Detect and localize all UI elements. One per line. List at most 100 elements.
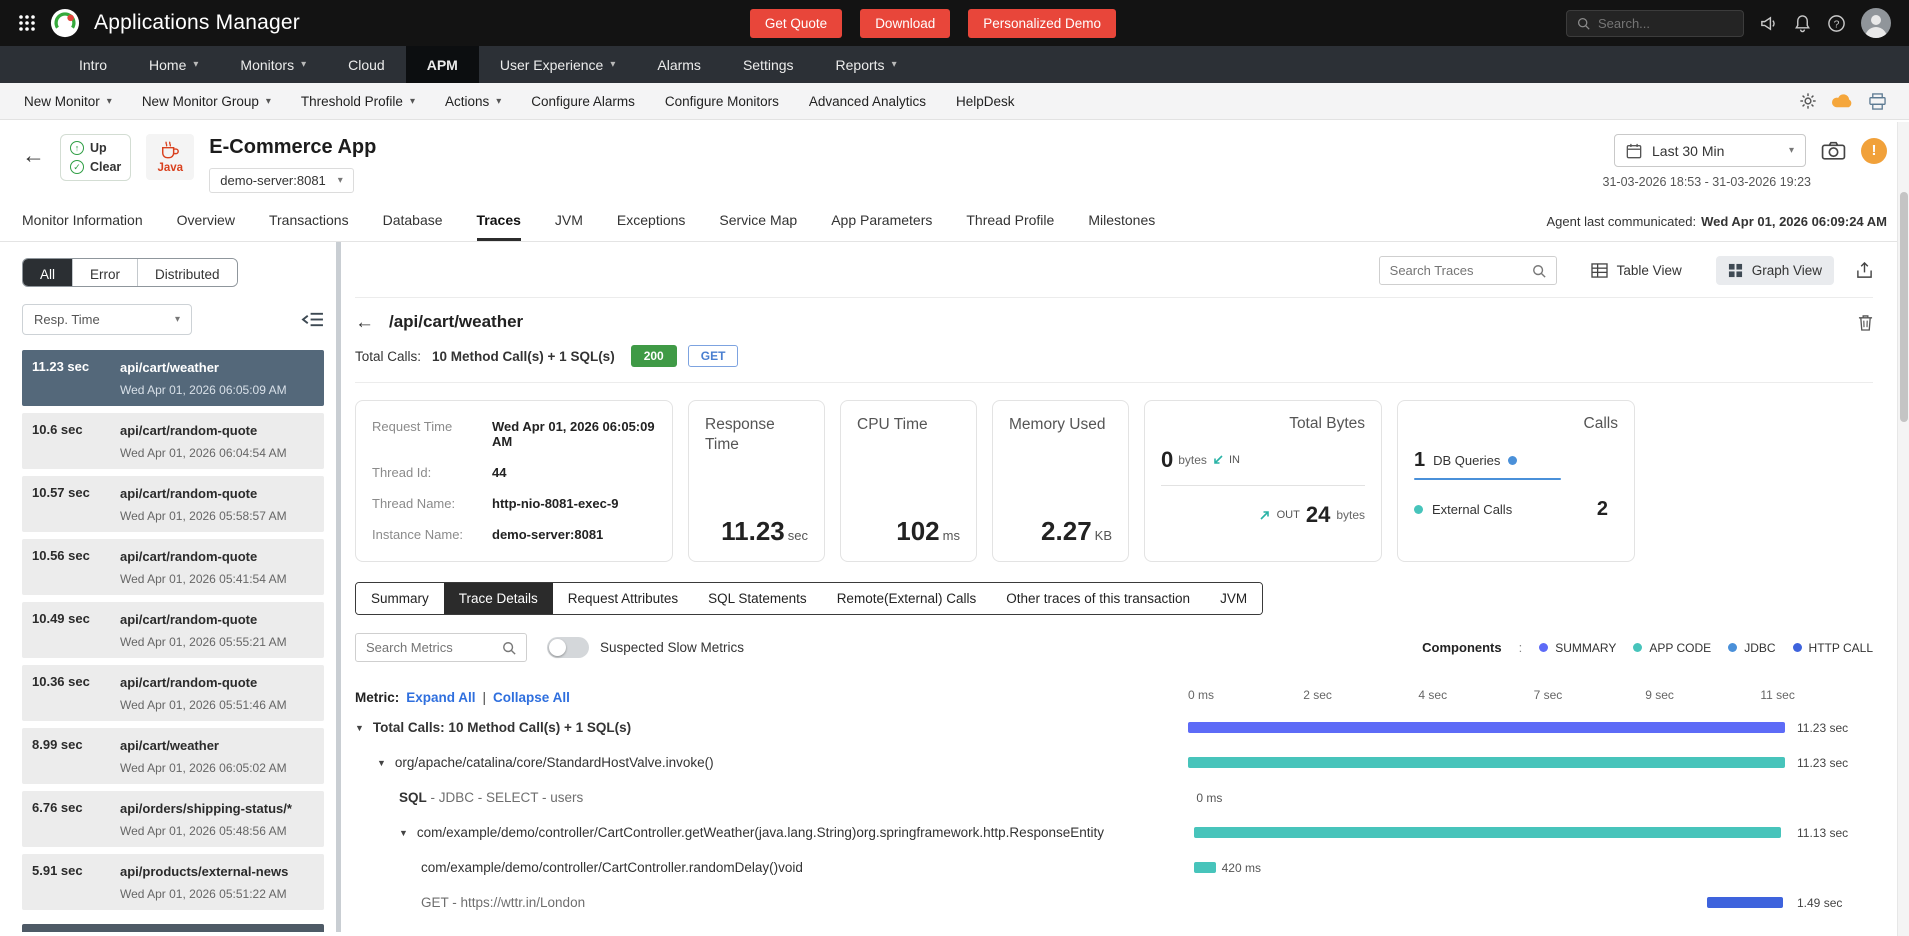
trace-list-item[interactable]: 10.6 sec api/cart/random-quote Wed Apr 0…: [22, 413, 324, 469]
notification-bell-icon[interactable]: [1793, 14, 1812, 33]
caret-down-icon[interactable]: ▼: [355, 723, 364, 733]
caret-down-icon[interactable]: ▼: [399, 828, 408, 838]
search-traces-box[interactable]: [1379, 256, 1557, 285]
instance-selector[interactable]: demo-server:8081 ▾: [209, 168, 354, 193]
duration-bar[interactable]: [1188, 757, 1785, 768]
new-monitor-menu[interactable]: New Monitor▾: [24, 94, 112, 109]
get-quote-button[interactable]: Get Quote: [750, 9, 842, 38]
back-icon[interactable]: ←: [22, 144, 45, 193]
delete-trace-icon[interactable]: [1858, 314, 1873, 331]
tab-jvm[interactable]: JVM: [555, 201, 583, 241]
gear-icon[interactable]: [1799, 92, 1817, 110]
up-arrow-icon: ↑: [70, 141, 84, 155]
tab-overview[interactable]: Overview: [177, 201, 235, 241]
scrollbar-thumb[interactable]: [1900, 192, 1908, 422]
app-grid-icon[interactable]: [18, 14, 36, 32]
legend-summary[interactable]: SUMMARY: [1539, 641, 1616, 655]
vertical-scrollbar[interactable]: [1897, 122, 1909, 936]
collapse-panel-icon[interactable]: [301, 310, 324, 329]
nav-alarms[interactable]: Alarms: [636, 46, 722, 83]
trace-list-item[interactable]: 8.99 sec api/cart/weather Wed Apr 01, 20…: [22, 728, 324, 784]
duration-bar[interactable]: [1188, 722, 1785, 733]
http-method-badge[interactable]: GET: [688, 345, 739, 367]
tab-milestones[interactable]: Milestones: [1088, 201, 1155, 241]
tab-request-attributes[interactable]: Request Attributes: [553, 583, 693, 614]
nav-cloud[interactable]: Cloud: [327, 46, 406, 83]
filter-all[interactable]: All: [23, 259, 72, 286]
trace-list-item[interactable]: 5.91 sec api/products/external-news Wed …: [22, 854, 324, 910]
print-icon[interactable]: [1868, 93, 1887, 110]
tab-monitor-information[interactable]: Monitor Information: [22, 201, 143, 241]
collapse-all-link[interactable]: Collapse All: [493, 690, 570, 705]
caret-down-icon[interactable]: ▼: [377, 758, 386, 768]
user-avatar[interactable]: [1861, 8, 1891, 38]
global-search[interactable]: [1566, 10, 1744, 37]
tab-exceptions[interactable]: Exceptions: [617, 201, 685, 241]
top-bar: Applications Manager Get Quote Download …: [0, 0, 1909, 46]
tab-sql-statements[interactable]: SQL Statements: [693, 583, 822, 614]
sort-by-select[interactable]: Resp. Time ▾: [22, 304, 192, 335]
duration-bar[interactable]: [1194, 827, 1781, 838]
tab-service-map[interactable]: Service Map: [719, 201, 797, 241]
personalized-demo-button[interactable]: Personalized Demo: [968, 9, 1116, 38]
advanced-analytics-link[interactable]: Advanced Analytics: [809, 94, 926, 109]
search-icon[interactable]: [502, 641, 516, 655]
actions-menu[interactable]: Actions▾: [445, 94, 501, 109]
nav-home[interactable]: Home▾: [128, 46, 219, 83]
download-button[interactable]: Download: [860, 9, 950, 38]
threshold-profile-menu[interactable]: Threshold Profile▾: [301, 94, 415, 109]
help-icon[interactable]: ?: [1827, 14, 1846, 33]
legend-app-code[interactable]: APP CODE: [1633, 641, 1711, 655]
expand-all-link[interactable]: Expand All: [406, 690, 475, 705]
filter-distributed[interactable]: Distributed: [137, 259, 237, 286]
tab-traces[interactable]: Traces: [477, 201, 521, 241]
trace-list-item[interactable]: 10.56 sec api/cart/random-quote Wed Apr …: [22, 539, 324, 595]
toggle-knob: [549, 639, 566, 656]
graph-view-button[interactable]: Graph View: [1716, 256, 1834, 285]
trace-list-item[interactable]: 10.57 sec api/cart/random-quote Wed Apr …: [22, 476, 324, 532]
trace-back-icon[interactable]: ←: [355, 313, 374, 332]
global-search-input[interactable]: [1598, 16, 1733, 31]
configure-monitors-link[interactable]: Configure Monitors: [665, 94, 779, 109]
screenshot-camera-icon[interactable]: [1821, 140, 1846, 161]
search-traces-input[interactable]: [1390, 263, 1524, 278]
tab-trace-details[interactable]: Trace Details: [444, 583, 553, 614]
duration-bar[interactable]: [1707, 897, 1783, 908]
nav-settings[interactable]: Settings: [722, 46, 815, 83]
nav-reports[interactable]: Reports▾: [815, 46, 918, 83]
legend-jdbc[interactable]: JDBC: [1728, 641, 1775, 655]
duration-bar[interactable]: [1194, 862, 1216, 873]
helpdesk-link[interactable]: HelpDesk: [956, 94, 1015, 109]
tab-app-parameters[interactable]: App Parameters: [831, 201, 932, 241]
tab-jvm-detail[interactable]: JVM: [1205, 583, 1262, 614]
nav-monitors[interactable]: Monitors▾: [219, 46, 327, 83]
tab-remote-external-calls[interactable]: Remote(External) Calls: [822, 583, 992, 614]
search-metrics-box[interactable]: [355, 633, 527, 662]
nav-user-experience[interactable]: User Experience▾: [479, 46, 637, 83]
nav-intro[interactable]: Intro: [58, 46, 128, 83]
trace-list-item[interactable]: 11.23 sec api/cart/weather Wed Apr 01, 2…: [22, 350, 324, 406]
tab-summary[interactable]: Summary: [356, 583, 444, 614]
time-range-selector[interactable]: Last 30 Min ▾: [1614, 134, 1806, 167]
trace-list-item[interactable]: 6.76 sec api/orders/shipping-status/* We…: [22, 791, 324, 847]
tab-database[interactable]: Database: [383, 201, 443, 241]
filter-error[interactable]: Error: [72, 259, 137, 286]
cloud-icon[interactable]: [1831, 93, 1854, 109]
slow-metrics-toggle[interactable]: [547, 637, 589, 658]
configure-alarms-link[interactable]: Configure Alarms: [531, 94, 635, 109]
legend-http-call[interactable]: HTTP CALL: [1793, 641, 1873, 655]
trace-list-item-partial[interactable]: [22, 924, 324, 932]
nav-apm[interactable]: APM: [406, 46, 479, 83]
new-monitor-group-menu[interactable]: New Monitor Group▾: [142, 94, 271, 109]
search-metrics-input[interactable]: [366, 640, 494, 655]
trace-list-item[interactable]: 10.36 sec api/cart/random-quote Wed Apr …: [22, 665, 324, 721]
tab-thread-profile[interactable]: Thread Profile: [966, 201, 1054, 241]
alert-count-badge[interactable]: !: [1861, 138, 1887, 164]
tab-other-traces[interactable]: Other traces of this transaction: [991, 583, 1205, 614]
search-icon[interactable]: [1532, 264, 1546, 278]
tab-transactions[interactable]: Transactions: [269, 201, 349, 241]
announcement-icon[interactable]: [1759, 14, 1778, 33]
export-share-icon[interactable]: [1856, 262, 1873, 279]
table-view-button[interactable]: Table View: [1579, 256, 1694, 285]
trace-list-item[interactable]: 10.49 sec api/cart/random-quote Wed Apr …: [22, 602, 324, 658]
